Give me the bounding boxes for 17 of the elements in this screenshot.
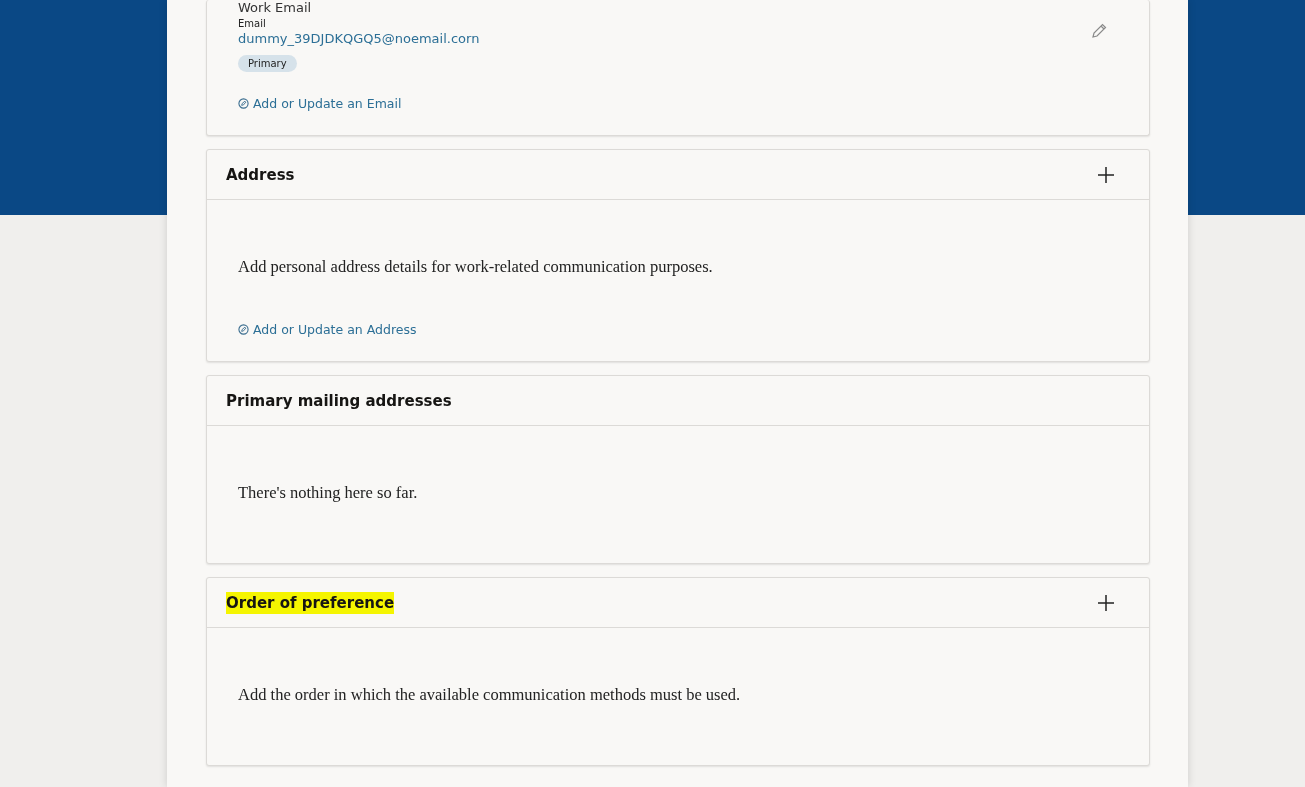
primary-badge: Primary bbox=[238, 55, 297, 72]
section-description: Add personal address details for work-related communication purposes. bbox=[238, 257, 714, 277]
add-button[interactable] bbox=[1097, 165, 1115, 184]
pencil-icon bbox=[1090, 22, 1108, 40]
add-button[interactable] bbox=[1097, 593, 1115, 612]
section-description: Add the order in which the available communication methods must be used. bbox=[238, 685, 742, 705]
section-heading: Work Email bbox=[238, 0, 313, 15]
plus-icon bbox=[1097, 593, 1115, 612]
email-link[interactable]: dummy_39DJDKQGQ5@noemail.corn bbox=[238, 31, 480, 46]
field-label: Email bbox=[238, 18, 267, 29]
section-title: Address bbox=[226, 164, 295, 186]
section-title: Primary mailing addresses bbox=[226, 390, 452, 412]
section-title: Order of preference bbox=[226, 591, 395, 614]
plus-icon bbox=[1097, 165, 1115, 184]
add-email-link[interactable]: Add or Update an Email bbox=[238, 96, 1118, 111]
section-description: There's nothing here so far. bbox=[238, 483, 419, 503]
add-address-link[interactable]: Add or Update an Address bbox=[238, 322, 1118, 337]
